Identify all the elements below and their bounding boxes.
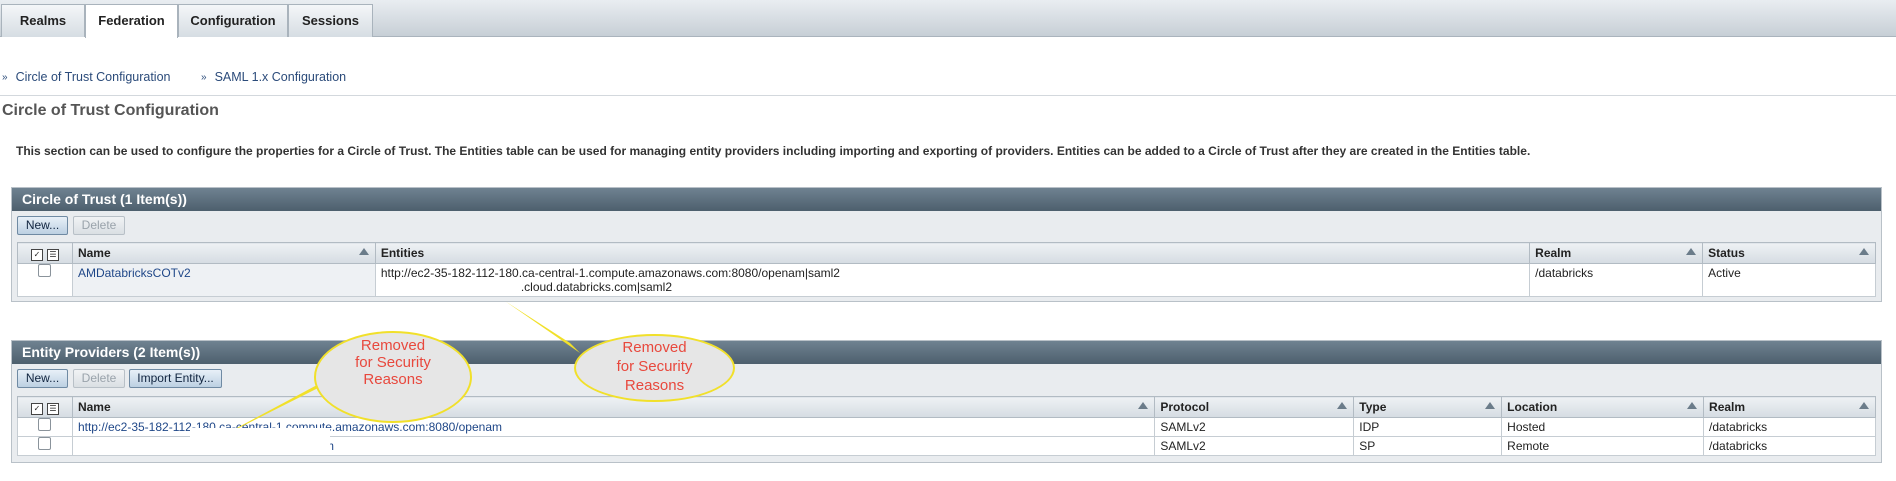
annotation-text: Removed bbox=[360, 337, 426, 354]
annotation-balloon-left: Removed for Security Reasons bbox=[314, 331, 472, 423]
annotation-text: Removed bbox=[622, 339, 687, 356]
callout-pointer-right bbox=[505, 301, 580, 353]
annotation-text: for Security bbox=[355, 354, 431, 371]
annotation-balloon-right: Removed for Security Reasons bbox=[574, 334, 735, 402]
annotation-overlay bbox=[190, 301, 580, 450]
annotation-text: for Security bbox=[616, 358, 693, 375]
annotation-text: Reasons bbox=[624, 377, 685, 394]
annotation-text: Reasons bbox=[363, 371, 423, 388]
redaction-box bbox=[190, 428, 330, 450]
